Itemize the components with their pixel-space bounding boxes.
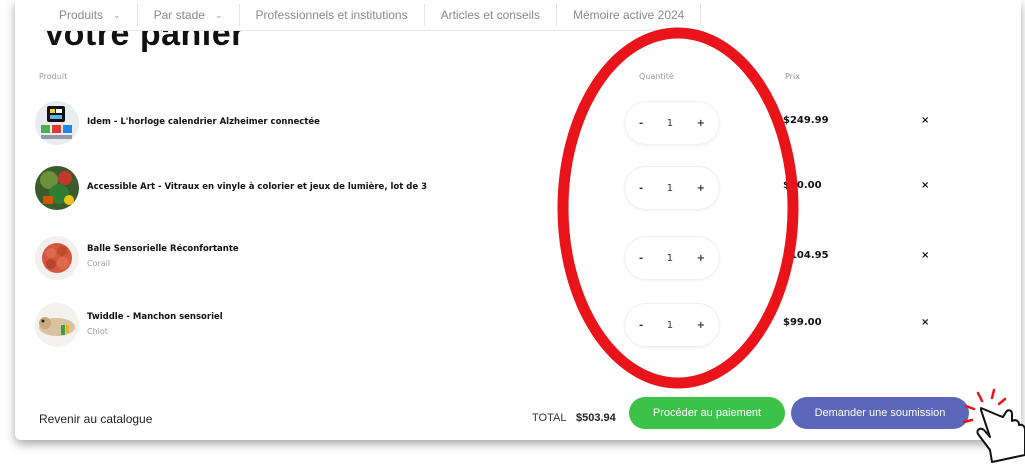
quantity-stepper: - 1 + [625,167,719,209]
item-price: $249.99 [783,115,829,126]
back-to-catalog-link[interactable]: Revenir au catalogue [39,412,152,426]
remove-item-button[interactable]: × [921,115,929,126]
column-header-product: Produit [39,72,68,81]
product-name[interactable]: Idem - L'horloge calendrier Alzheimer co… [87,117,320,127]
item-price: $99.00 [783,317,822,328]
product-variant: Chiot [87,327,108,336]
chevron-down-icon: ⌄ [214,9,223,20]
nav-item-memoire-active[interactable]: Mémoire active 2024 [557,4,702,26]
nav-item-professionnels[interactable]: Professionnels et institutions [240,4,425,26]
item-price: $50.00 [783,180,822,191]
column-header-price: Prix [785,72,800,81]
product-thumbnail[interactable] [35,303,79,347]
cart-row: Balle Sensorielle Réconfortante Corail -… [35,233,995,283]
nav-item-articles[interactable]: Articles et conseils [425,4,557,26]
total-value: $503.94 [576,412,616,424]
clock-calendar-icon [35,101,79,145]
quantity-value[interactable]: 1 [667,183,673,194]
plush-muff-icon [35,303,79,347]
product-thumbnail[interactable] [35,101,79,145]
nav-item-label: Produits [59,8,104,22]
item-price: $104.95 [783,250,829,261]
cart-row: Idem - L'horloge calendrier Alzheimer co… [35,98,995,148]
nav-item-label: Mémoire active 2024 [572,8,685,22]
column-header-quantity: Quantité [639,72,674,81]
decrease-quantity-button[interactable]: - [639,320,643,331]
product-name[interactable]: Balle Sensorielle Réconfortante [87,244,239,254]
sensory-ball-icon [35,236,79,280]
product-thumbnail[interactable] [35,166,79,210]
remove-item-button[interactable]: × [921,180,929,191]
nav-item-label: Par stade [153,8,205,22]
cart-row: Accessible Art - Vitraux en vinyle à col… [35,163,995,213]
quantity-stepper: - 1 + [625,102,719,144]
remove-item-button[interactable]: × [921,317,929,328]
increase-quantity-button[interactable]: + [697,183,705,194]
cart-row: Twiddle - Manchon sensoriel Chiot - 1 + … [35,300,995,350]
nav-item-produits[interactable]: Produits ⌄ [43,4,138,26]
cart-page: Votre panier Produits ⌄ Par stade ⌄ Prof… [15,0,1021,440]
decrease-quantity-button[interactable]: - [639,183,643,194]
nav-item-label: Professionnels et institutions [255,8,408,22]
top-navigation: Produits ⌄ Par stade ⌄ Professionnels et… [43,0,702,31]
quantity-value[interactable]: 1 [667,253,673,264]
total-label: TOTAL [532,412,567,424]
proceed-to-payment-button[interactable]: Procéder au paiement [629,397,785,429]
nav-item-label: Articles et conseils [440,8,540,22]
quantity-value[interactable]: 1 [667,118,673,129]
request-quote-button[interactable]: Demander une soumission [791,397,969,429]
nav-item-par-stade[interactable]: Par stade ⌄ [138,4,240,26]
decrease-quantity-button[interactable]: - [639,253,643,264]
product-name[interactable]: Accessible Art - Vitraux en vinyle à col… [87,182,427,192]
remove-item-button[interactable]: × [921,250,929,261]
product-thumbnail[interactable] [35,236,79,280]
product-name[interactable]: Twiddle - Manchon sensoriel [87,312,223,322]
quantity-value[interactable]: 1 [667,320,673,331]
quantity-stepper: - 1 + [625,304,719,346]
increase-quantity-button[interactable]: + [697,320,705,331]
product-variant: Corail [87,259,111,268]
screenshot-stage: Votre panier Produits ⌄ Par stade ⌄ Prof… [0,0,1025,465]
increase-quantity-button[interactable]: + [697,118,705,129]
decrease-quantity-button[interactable]: - [639,118,643,129]
quantity-stepper: - 1 + [625,237,719,279]
chevron-down-icon: ⌄ [113,9,121,20]
stained-glass-art-icon [35,166,79,210]
increase-quantity-button[interactable]: + [697,253,705,264]
